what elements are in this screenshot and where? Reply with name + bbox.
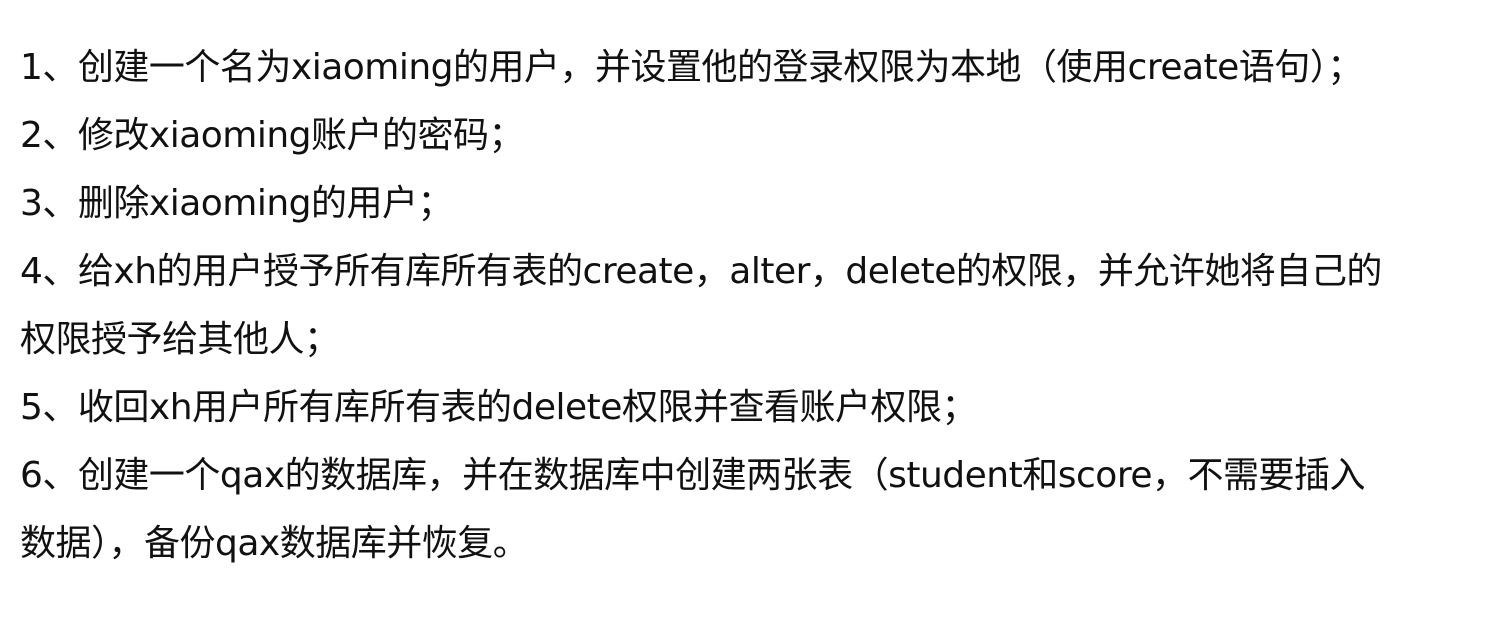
- task-line-2: 2、修改xiaoming账户的密码；: [20, 115, 525, 156]
- task-list: 1、创建一个名为xiaoming的用户，并设置他的登录权限为本地（使用creat…: [20, 34, 1496, 578]
- task-line-1: 1、创建一个名为xiaoming的用户，并设置他的登录权限为本地（使用creat…: [20, 47, 1363, 88]
- task-line-6-continued: 数据），备份qax数据库并恢复。: [20, 523, 529, 564]
- task-line-4: 4、给xh的用户授予所有库所有表的create，alter，delete的权限，…: [20, 251, 1382, 292]
- task-line-5: 5、收回xh用户所有库所有表的delete权限并查看账户权限；: [20, 387, 977, 428]
- task-line-3: 3、删除xiaoming的用户；: [20, 183, 454, 224]
- task-line-6: 6、创建一个qax的数据库，并在数据库中创建两张表（student和score，…: [20, 455, 1365, 496]
- task-line-4-continued: 权限授予给其他人；: [20, 319, 340, 360]
